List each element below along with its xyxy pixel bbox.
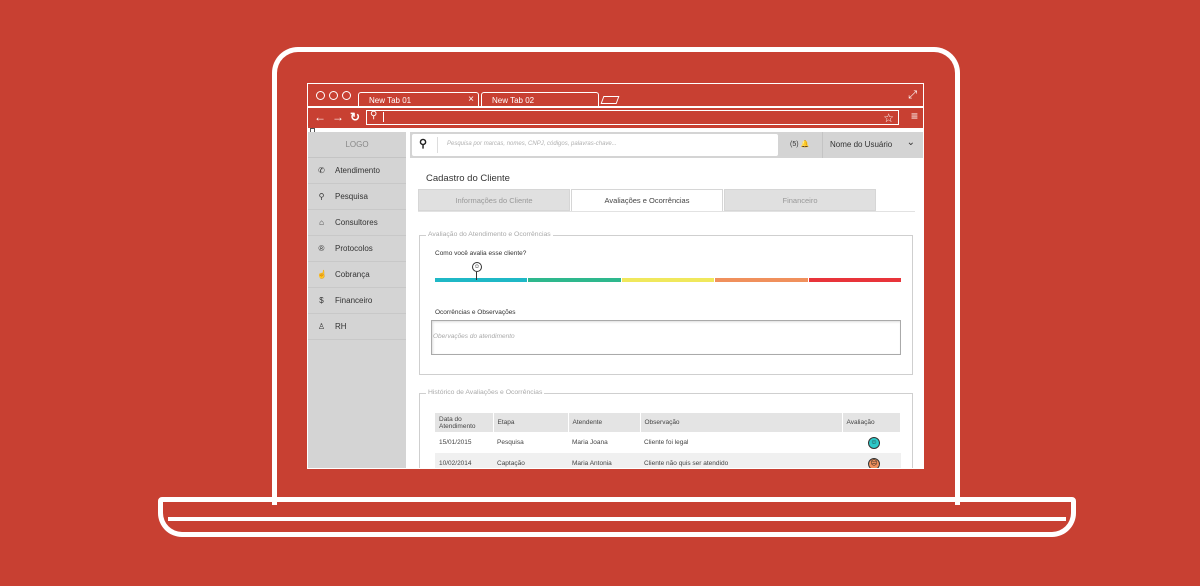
dollar-icon: $ [319, 296, 324, 305]
rating-segment[interactable] [528, 278, 621, 282]
history-legend: Histórico de Avaliações e Ocorrências [426, 389, 545, 396]
sidebar-item-pesquisa[interactable]: ⚲ Pesquisa [308, 184, 406, 210]
observations-placeholder: Obervações do atendimento [433, 333, 515, 340]
tab-client-info[interactable]: Informações do Cliente [418, 189, 570, 211]
tab-evaluations[interactable]: Avaliações e Ocorrências [571, 189, 723, 212]
cell-note: Cliente não quis ser atendido [640, 453, 842, 468]
page-title: Cadastro do Cliente [426, 173, 510, 184]
rating-segment[interactable] [808, 278, 902, 282]
sidebar-item-label: Pesquisa [335, 192, 368, 201]
rating-segment[interactable] [715, 278, 808, 282]
cell-date: 15/01/2015 [435, 432, 493, 453]
col-agent[interactable]: Atendente [568, 413, 641, 432]
laptop-screen: New Tab 01 × New Tab 02 ⤢ ← → ↻ ⚲ ☆ ≡ LO… [307, 83, 924, 469]
reload-icon[interactable]: ↻ [350, 110, 360, 124]
rating-question: Como você avalia esse cliente? [435, 250, 527, 257]
window-minimize-dot[interactable] [329, 91, 338, 100]
close-tab-icon[interactable]: × [468, 94, 474, 105]
browser-tab-1-label: New Tab 01 [369, 96, 412, 105]
sidebar-item-cobrança[interactable]: ☝ Cobrança [308, 262, 406, 288]
user-menu[interactable]: Nome do Usuário [830, 140, 892, 149]
sidebar-item-label: Atendimento [335, 166, 380, 175]
browser-nav-bar: ← → ↻ ⚲ ☆ ≡ [308, 108, 923, 128]
tabs-divider [418, 211, 915, 212]
forward-arrow-icon[interactable]: → [332, 110, 344, 124]
window-controls [316, 91, 351, 100]
sidebar-item-label: Consultores [335, 218, 378, 227]
window-close-dot[interactable] [316, 91, 325, 100]
notifications-count: (5) [790, 141, 799, 148]
search-placeholder: Pesquisa por marcas, nomes, CNPJ, código… [447, 141, 617, 147]
laptop-base [158, 497, 1076, 537]
expand-icon[interactable]: ⤢ [908, 89, 917, 102]
search-icon: ⚲ [318, 192, 325, 201]
search-divider [437, 137, 438, 153]
sidebar-item-consultores[interactable]: ⌂ Consultores [308, 210, 406, 236]
back-arrow-icon[interactable]: ← [314, 110, 326, 124]
phone-icon: ✆ [318, 166, 325, 175]
marker-stem [476, 272, 478, 280]
new-tab-button[interactable] [600, 96, 620, 104]
sidebar-item-label: Protocolos [335, 244, 373, 253]
history-table: Data do Atendimento Etapa Atendente Obse… [435, 413, 901, 468]
rating-segment[interactable] [621, 278, 715, 282]
table-row[interactable]: 10/02/2014 Captação Maria Antonia Cliente n… [435, 453, 901, 468]
browser-menu-icon[interactable]: ≡ [911, 109, 918, 123]
evaluation-legend: Avaliação do Atendimento e Ocorrências [426, 231, 553, 238]
cell-agent: Maria Antonia [568, 453, 640, 468]
address-cursor [383, 112, 384, 122]
window-maximize-dot[interactable] [342, 91, 351, 100]
app-top-bar: ⚲ Pesquisa por marcas, nomes, CNPJ, códi… [410, 132, 923, 158]
global-search-input[interactable]: ⚲ Pesquisa por marcas, nomes, CNPJ, códi… [412, 134, 778, 156]
sidebar-item-financeiro[interactable]: $ Financeiro [308, 288, 406, 314]
sidebar-item-label: RH [335, 322, 347, 331]
registered-icon: ® [318, 244, 325, 253]
col-stage[interactable]: Etapa [493, 413, 569, 432]
address-bar[interactable]: ⚲ ☆ [366, 110, 899, 125]
bookmark-star-icon[interactable]: ☆ [883, 111, 894, 125]
col-date[interactable]: Data do Atendimento [435, 413, 494, 432]
sidebar-item-label: Financeiro [335, 296, 373, 305]
observations-label: Ocorrências e Observações [435, 309, 516, 316]
col-note[interactable]: Observação [640, 413, 843, 432]
cell-rating: ☹ [842, 453, 901, 468]
chevron-down-icon[interactable]: ⌄ [907, 137, 915, 148]
cell-rating: ☺ [842, 432, 901, 453]
rating-scale[interactable] [435, 278, 902, 282]
history-section: Histórico de Avaliações e Ocorrências Da… [419, 389, 913, 468]
notifications-button[interactable]: (5) 🔔 [790, 140, 809, 148]
tab-financial[interactable]: Financeiro [724, 189, 876, 211]
app-sidebar: LOGO ✆ Atendimento ⚲ Pesquisa ⌂ Consultores ® P… [308, 132, 406, 468]
app-logo[interactable]: LOGO [308, 132, 406, 158]
search-icon: ⚲ [419, 138, 428, 150]
cell-note: Cliente foi legal [640, 432, 842, 453]
main-content: Cadastro do Cliente Informações do Clien… [410, 158, 923, 468]
sidebar-item-rh[interactable]: ♙ RH [308, 314, 406, 340]
observations-textarea[interactable]: Obervações do atendimento [431, 320, 901, 355]
sidebar-item-protocolos[interactable]: ® Protocolos [308, 236, 406, 262]
sidebar-item-atendimento[interactable]: ✆ Atendimento [308, 158, 406, 184]
hand-icon: ☝ [317, 270, 327, 279]
home-icon: ⌂ [319, 218, 324, 227]
browser-tab-bar: New Tab 01 × New Tab 02 ⤢ [308, 84, 923, 108]
person-icon: ♙ [317, 322, 326, 331]
cell-stage: Pesquisa [493, 432, 568, 453]
address-search-icon: ⚲ [370, 110, 378, 121]
sad-face-icon: ☹ [868, 457, 880, 468]
cell-stage: Captação [493, 453, 568, 468]
browser-tab-2-label: New Tab 02 [492, 96, 535, 105]
evaluation-section: Avaliação do Atendimento e Ocorrências C… [419, 231, 913, 375]
user-divider [822, 132, 823, 158]
cell-agent: Maria Joana [568, 432, 640, 453]
table-header-row: Data do Atendimento Etapa Atendente Obse… [435, 413, 901, 432]
sidebar-item-label: Cobrança [335, 270, 370, 279]
content-tabs: Informações do Cliente Avaliações e Ocor… [418, 189, 878, 212]
smile-icon: ☺ [471, 262, 482, 272]
happy-face-icon: ☺ [868, 436, 880, 449]
table-row[interactable]: 15/01/2015 Pesquisa Maria Joana Cliente foi… [435, 432, 901, 453]
col-rating[interactable]: Avaliação [842, 413, 901, 432]
cell-date: 10/02/2014 [435, 453, 493, 468]
bell-icon: 🔔 [800, 141, 810, 148]
rating-marker[interactable]: ☺ [470, 262, 484, 280]
